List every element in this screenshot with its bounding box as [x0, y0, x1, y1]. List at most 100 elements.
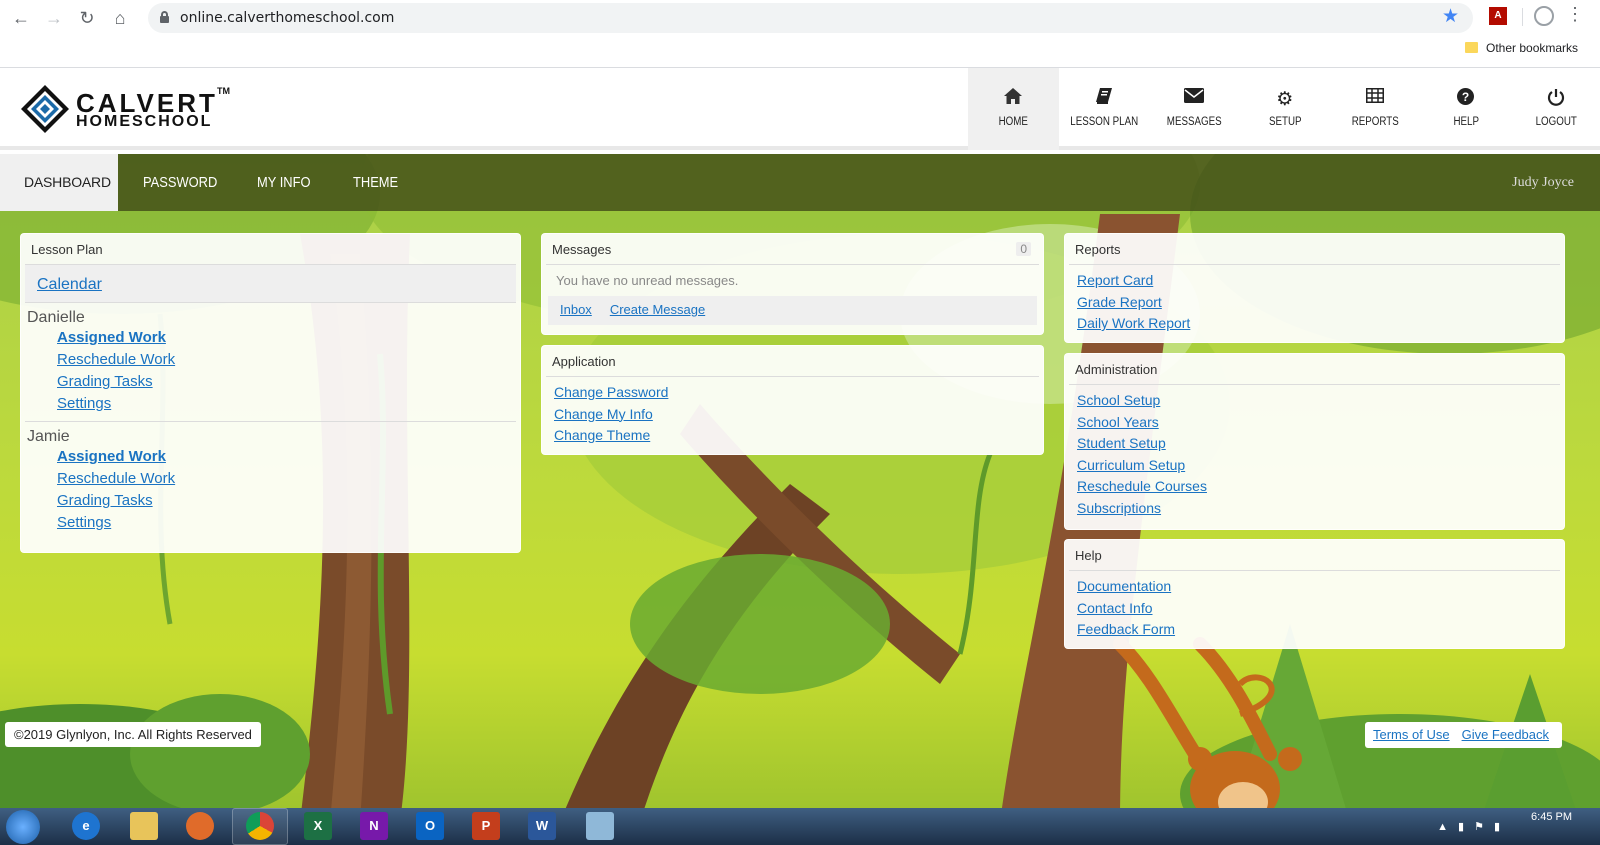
lock-icon	[160, 11, 169, 23]
reschedule-work-link[interactable]: Reschedule Work	[57, 349, 520, 371]
assigned-work-link[interactable]: Assigned Work	[57, 446, 520, 468]
link-list: Documentation Contact Info Feedback Form	[1065, 571, 1564, 641]
help-panel: Help Documentation Contact Info Feedback…	[1064, 539, 1565, 649]
internet-explorer-icon[interactable]: e	[72, 812, 100, 840]
brand-subtitle: HOMESCHOOL	[76, 113, 213, 130]
calendar-link[interactable]: Calendar	[37, 274, 516, 296]
word-icon[interactable]: W	[528, 812, 556, 840]
student-links: Assigned Work Reschedule Work Grading Ta…	[21, 446, 520, 534]
link-list: School Setup School Years Student Setup …	[1065, 385, 1564, 519]
panel-title: Application	[546, 346, 1039, 377]
tab-password[interactable]: PASSWORD	[143, 154, 217, 211]
reschedule-work-link[interactable]: Reschedule Work	[57, 468, 520, 490]
report-card-link[interactable]: Report Card	[1077, 270, 1564, 292]
settings-link[interactable]: Settings	[57, 393, 520, 415]
contact-info-link[interactable]: Contact Info	[1077, 598, 1564, 620]
subscriptions-link[interactable]: Subscriptions	[1077, 498, 1564, 520]
panel-title: Lesson Plan	[25, 234, 516, 265]
windows-taskbar: e X N O P W ▲▮⚑▮ 6:45 PM	[0, 808, 1600, 845]
home-icon	[968, 88, 1059, 110]
question-icon: ?	[1421, 88, 1512, 110]
url-text[interactable]: online.calverthomeschool.com	[180, 10, 394, 26]
lesson-plan-panel: Lesson Plan Calendar Danielle Assigned W…	[20, 233, 521, 553]
student-setup-link[interactable]: Student Setup	[1077, 433, 1564, 455]
change-my-info-link[interactable]: Change My Info	[554, 404, 1043, 426]
panel-title: Messages	[546, 234, 1039, 265]
grade-report-link[interactable]: Grade Report	[1077, 292, 1564, 314]
excel-icon[interactable]: X	[304, 812, 332, 840]
unread-count-badge: 0	[1016, 242, 1031, 256]
settings-link[interactable]: Settings	[57, 512, 520, 534]
folder-icon	[1465, 42, 1478, 53]
grading-tasks-link[interactable]: Grading Tasks	[57, 371, 520, 393]
application-panel: Application Change Password Change My In…	[541, 345, 1044, 455]
nav-messages[interactable]: MESSAGES	[1149, 68, 1240, 150]
student-name: Jamie	[27, 428, 70, 445]
panel-title: Help	[1069, 540, 1560, 571]
power-icon	[1511, 88, 1600, 110]
back-arrow-icon[interactable]: ←	[8, 5, 34, 31]
home-icon[interactable]: ⌂	[107, 5, 133, 31]
change-password-link[interactable]: Change Password	[554, 382, 1043, 404]
panel-title: Reports	[1069, 234, 1560, 265]
photo-viewer-icon[interactable]	[586, 812, 614, 840]
onenote-icon[interactable]: N	[360, 812, 388, 840]
curriculum-setup-link[interactable]: Curriculum Setup	[1077, 455, 1564, 477]
toolbar-divider	[1522, 8, 1523, 26]
calendar-row: Calendar	[25, 265, 516, 303]
sub-navigation: DASHBOARD PASSWORD MY INFO THEME Judy Jo…	[0, 154, 1600, 211]
assigned-work-link[interactable]: Assigned Work	[57, 327, 520, 349]
nav-setup[interactable]: ⚙ SETUP	[1240, 68, 1331, 150]
give-feedback-link[interactable]: Give Feedback	[1462, 727, 1549, 743]
taskbar-clock[interactable]: 6:45 PM	[1531, 811, 1572, 823]
grading-tasks-link[interactable]: Grading Tasks	[57, 490, 520, 512]
reschedule-courses-link[interactable]: Reschedule Courses	[1077, 476, 1564, 498]
outlook-icon[interactable]: O	[416, 812, 444, 840]
system-tray-icons[interactable]: ▲▮⚑▮	[1437, 820, 1510, 833]
site-header: CALVERT TM HOMESCHOOL HOME LESSON PLAN M…	[0, 68, 1600, 150]
file-explorer-icon[interactable]	[130, 812, 158, 840]
school-years-link[interactable]: School Years	[1077, 412, 1564, 434]
other-bookmarks[interactable]: Other bookmarks	[1486, 41, 1578, 55]
nav-help[interactable]: ? HELP	[1421, 68, 1512, 150]
nav-home[interactable]: HOME	[968, 68, 1059, 150]
powerpoint-icon[interactable]: P	[472, 812, 500, 840]
reports-panel: Reports Report Card Grade Report Daily W…	[1064, 233, 1565, 343]
chrome-icon[interactable]	[246, 812, 274, 840]
tab-theme[interactable]: THEME	[353, 154, 398, 211]
browser-menu-icon[interactable]: ⋮	[1566, 4, 1584, 25]
address-bar[interactable]: online.calverthomeschool.com ★	[148, 3, 1473, 33]
link-list: Change Password Change My Info Change Th…	[542, 377, 1043, 447]
envelope-icon	[1149, 88, 1240, 110]
copyright-notice: ©2019 Glynlyon, Inc. All Rights Reserved	[5, 722, 261, 747]
profile-avatar-icon[interactable]	[1534, 6, 1554, 26]
tab-dashboard[interactable]: DASHBOARD	[0, 154, 118, 211]
inbox-link[interactable]: Inbox	[560, 302, 592, 325]
daily-work-report-link[interactable]: Daily Work Report	[1077, 313, 1564, 335]
message-actions: Inbox Create Message	[548, 296, 1037, 325]
panel-title: Administration	[1069, 354, 1560, 385]
top-navigation: HOME LESSON PLAN MESSAGES ⚙ SETUP REPORT…	[968, 68, 1600, 150]
nav-logout[interactable]: LOGOUT	[1511, 68, 1600, 150]
pdf-extension-icon[interactable]: A	[1489, 7, 1507, 25]
tab-my-info[interactable]: MY INFO	[257, 154, 311, 211]
school-setup-link[interactable]: School Setup	[1077, 390, 1564, 412]
messages-panel: Messages 0 You have no unread messages. …	[541, 233, 1044, 335]
calvert-logo-icon	[21, 85, 69, 133]
change-theme-link[interactable]: Change Theme	[554, 425, 1043, 447]
nav-lesson-plan[interactable]: LESSON PLAN	[1059, 68, 1150, 150]
footer-links: Terms of Use Give Feedback	[1365, 722, 1562, 748]
bookmark-star-icon[interactable]: ★	[1442, 5, 1459, 28]
svg-text:?: ?	[1462, 90, 1469, 104]
gear-icon: ⚙	[1276, 89, 1294, 110]
nav-reports[interactable]: REPORTS	[1330, 68, 1421, 150]
start-button-icon[interactable]	[6, 810, 40, 844]
media-player-icon[interactable]	[186, 812, 214, 840]
forward-arrow-icon[interactable]: →	[41, 5, 67, 31]
reload-icon[interactable]: ↻	[74, 5, 100, 31]
create-message-link[interactable]: Create Message	[610, 302, 705, 325]
no-messages-text: You have no unread messages.	[556, 273, 739, 288]
documentation-link[interactable]: Documentation	[1077, 576, 1564, 598]
feedback-form-link[interactable]: Feedback Form	[1077, 619, 1564, 641]
terms-of-use-link[interactable]: Terms of Use	[1373, 727, 1450, 743]
